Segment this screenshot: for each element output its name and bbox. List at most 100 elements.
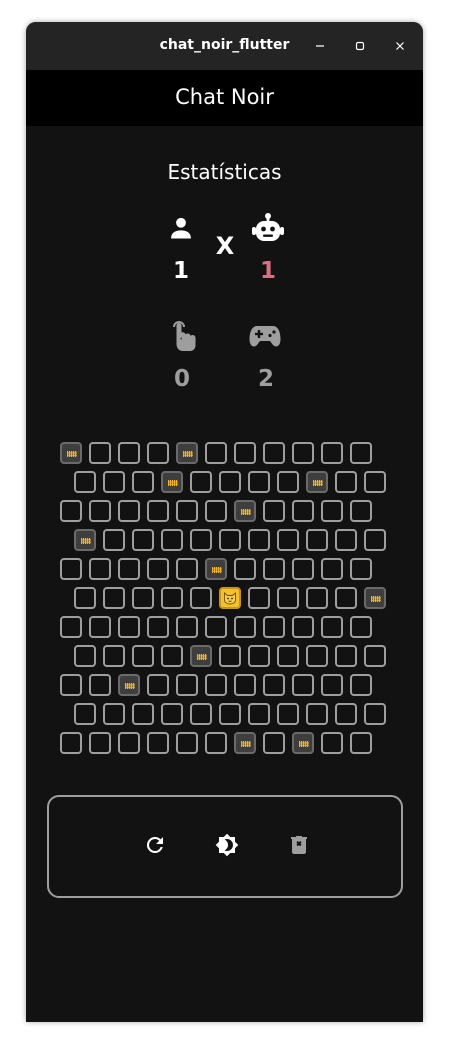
board-cell[interactable] — [364, 471, 386, 493]
blocked-cell[interactable] — [234, 500, 256, 522]
board-cell[interactable] — [248, 529, 270, 551]
board-cell[interactable] — [161, 703, 183, 725]
board-cell[interactable] — [292, 674, 314, 696]
board-cell[interactable] — [132, 703, 154, 725]
board-cell[interactable] — [335, 703, 357, 725]
board-cell[interactable] — [292, 442, 314, 464]
board-cell[interactable] — [219, 703, 241, 725]
board-cell[interactable] — [219, 471, 241, 493]
board-cell[interactable] — [248, 703, 270, 725]
board-cell[interactable] — [176, 500, 198, 522]
board-cell[interactable] — [292, 500, 314, 522]
board-cell[interactable] — [306, 703, 328, 725]
board-cell[interactable] — [176, 732, 198, 754]
board-cell[interactable] — [132, 471, 154, 493]
board-cell[interactable] — [306, 587, 328, 609]
board-cell[interactable] — [190, 703, 212, 725]
board-cell[interactable] — [335, 645, 357, 667]
board-cell[interactable] — [103, 587, 125, 609]
board-cell[interactable] — [147, 442, 169, 464]
board-cell[interactable] — [306, 645, 328, 667]
board-cell[interactable] — [118, 558, 140, 580]
board-cell[interactable] — [263, 500, 285, 522]
board-cell[interactable] — [190, 529, 212, 551]
board-cell[interactable] — [89, 616, 111, 638]
board-cell[interactable] — [364, 703, 386, 725]
board-cell[interactable] — [277, 703, 299, 725]
board-cell[interactable] — [103, 529, 125, 551]
cat-cell[interactable] — [219, 587, 241, 609]
board-cell[interactable] — [277, 587, 299, 609]
board-cell[interactable] — [350, 616, 372, 638]
board-cell[interactable] — [321, 558, 343, 580]
board-cell[interactable] — [190, 471, 212, 493]
board-cell[interactable] — [321, 732, 343, 754]
board-cell[interactable] — [335, 587, 357, 609]
board-cell[interactable] — [161, 645, 183, 667]
board-cell[interactable] — [263, 616, 285, 638]
board-cell[interactable] — [219, 645, 241, 667]
board-cell[interactable] — [306, 529, 328, 551]
blocked-cell[interactable] — [205, 558, 227, 580]
board-cell[interactable] — [118, 500, 140, 522]
board-cell[interactable] — [350, 732, 372, 754]
board-cell[interactable] — [292, 558, 314, 580]
board-cell[interactable] — [350, 558, 372, 580]
board-cell[interactable] — [335, 529, 357, 551]
board-cell[interactable] — [321, 500, 343, 522]
board-cell[interactable] — [350, 442, 372, 464]
board-cell[interactable] — [248, 471, 270, 493]
board-cell[interactable] — [234, 616, 256, 638]
blocked-cell[interactable] — [176, 442, 198, 464]
blocked-cell[interactable] — [364, 587, 386, 609]
board-cell[interactable] — [89, 732, 111, 754]
board-cell[interactable] — [74, 703, 96, 725]
board-cell[interactable] — [147, 732, 169, 754]
board-cell[interactable] — [118, 732, 140, 754]
board-cell[interactable] — [277, 529, 299, 551]
board-cell[interactable] — [263, 558, 285, 580]
board-cell[interactable] — [205, 732, 227, 754]
board-cell[interactable] — [263, 732, 285, 754]
blocked-cell[interactable] — [292, 732, 314, 754]
board-cell[interactable] — [292, 616, 314, 638]
board-cell[interactable] — [161, 529, 183, 551]
board-cell[interactable] — [263, 442, 285, 464]
board-cell[interactable] — [335, 471, 357, 493]
board-cell[interactable] — [74, 587, 96, 609]
blocked-cell[interactable] — [118, 674, 140, 696]
board-cell[interactable] — [118, 616, 140, 638]
theme-toggle-button[interactable] — [215, 833, 239, 857]
board-cell[interactable] — [364, 645, 386, 667]
board-cell[interactable] — [205, 674, 227, 696]
board-cell[interactable] — [89, 558, 111, 580]
board-cell[interactable] — [89, 500, 111, 522]
board-cell[interactable] — [147, 616, 169, 638]
board-cell[interactable] — [132, 587, 154, 609]
board-cell[interactable] — [350, 500, 372, 522]
board-cell[interactable] — [248, 645, 270, 667]
blocked-cell[interactable] — [60, 442, 82, 464]
board-cell[interactable] — [205, 442, 227, 464]
board-cell[interactable] — [321, 616, 343, 638]
clear-stats-button[interactable] — [287, 833, 311, 857]
board-cell[interactable] — [176, 674, 198, 696]
board-cell[interactable] — [321, 674, 343, 696]
board-cell[interactable] — [60, 558, 82, 580]
board-cell[interactable] — [89, 442, 111, 464]
board-cell[interactable] — [60, 732, 82, 754]
board-cell[interactable] — [205, 616, 227, 638]
board-cell[interactable] — [60, 616, 82, 638]
board-cell[interactable] — [60, 500, 82, 522]
board-cell[interactable] — [103, 703, 125, 725]
board-cell[interactable] — [234, 442, 256, 464]
board-cell[interactable] — [176, 558, 198, 580]
blocked-cell[interactable] — [190, 645, 212, 667]
board-cell[interactable] — [321, 442, 343, 464]
board-cell[interactable] — [219, 529, 241, 551]
board-cell[interactable] — [248, 587, 270, 609]
board-cell[interactable] — [364, 529, 386, 551]
board-cell[interactable] — [234, 558, 256, 580]
board-cell[interactable] — [147, 674, 169, 696]
restart-button[interactable] — [143, 833, 167, 857]
